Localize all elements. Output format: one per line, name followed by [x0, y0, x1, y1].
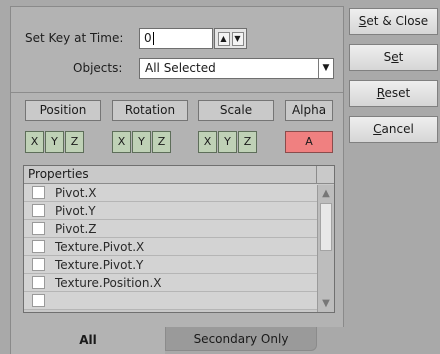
property-checkbox[interactable] — [32, 222, 45, 235]
list-item[interactable]: Texture.Pivot.Y — [24, 256, 318, 274]
property-name: Pivot.Z — [55, 221, 97, 236]
scale-axes: X Y Z — [198, 131, 258, 153]
alpha-a-toggle[interactable]: A — [285, 131, 333, 153]
properties-column-header[interactable]: Properties — [24, 166, 316, 183]
scale-z-toggle[interactable]: Z — [238, 131, 257, 153]
property-checkbox[interactable] — [32, 258, 45, 271]
time-input[interactable]: 0 — [139, 28, 213, 49]
position-y-toggle[interactable]: Y — [45, 131, 64, 153]
set-mnemonic: e — [391, 50, 399, 64]
rotation-x-toggle[interactable]: X — [112, 131, 131, 153]
rotation-axes: X Y Z — [112, 131, 172, 153]
chevron-down-icon[interactable]: ▼ — [318, 59, 333, 78]
position-x-toggle[interactable]: X — [25, 131, 44, 153]
list-item[interactable]: Pivot.Z — [24, 220, 318, 238]
spinner-up-icon[interactable]: ▲ — [217, 31, 230, 46]
list-item[interactable]: Texture.Position.X — [24, 274, 318, 292]
position-axes: X Y Z — [25, 131, 85, 153]
set-label-end: t — [398, 50, 404, 64]
set-and-close-button[interactable]: Set & Close — [349, 8, 438, 35]
time-spinner[interactable]: ▲ ▼ — [214, 28, 247, 49]
set-key-label: Set Key at Time: — [25, 31, 124, 45]
reset-mnemonic: R — [376, 86, 385, 100]
properties-scrollbar[interactable]: ▲ ▼ — [317, 185, 334, 312]
scale-y-toggle[interactable]: Y — [218, 131, 237, 153]
header-corner — [316, 166, 334, 183]
property-checkbox[interactable] — [32, 276, 45, 289]
scroll-up-icon[interactable]: ▲ — [319, 187, 333, 201]
property-checkbox[interactable] — [32, 294, 45, 307]
scroll-thumb[interactable] — [320, 203, 332, 251]
property-name: Pivot.X — [55, 185, 97, 200]
rotation-y-toggle[interactable]: Y — [132, 131, 151, 153]
rotation-group-button[interactable]: Rotation — [112, 100, 188, 121]
set-key-panel: Set Key at Time: 0 ▲ ▼ Objects: All Sele… — [10, 6, 344, 327]
reset-button[interactable]: Reset — [349, 80, 438, 107]
property-name: Texture.Pivot.Y — [55, 257, 144, 272]
position-group-button[interactable]: Position — [25, 100, 101, 121]
property-name: Texture.Position.X — [55, 275, 162, 290]
property-checkbox[interactable] — [32, 204, 45, 217]
property-name: Texture.Pivot.X — [55, 239, 145, 254]
cancel-button[interactable]: Cancel — [349, 116, 438, 143]
reset-label: eset — [384, 86, 411, 100]
scroll-down-icon[interactable]: ▼ — [319, 297, 333, 311]
properties-list[interactable]: Properties Pivot.X Pivot.Y Pivot.Z Textu… — [23, 165, 335, 313]
tab-all[interactable]: All — [10, 327, 165, 354]
properties-header: Properties — [24, 166, 334, 184]
property-name: Pivot.Y — [55, 203, 96, 218]
list-item[interactable]: Texture.Pivot.X — [24, 238, 318, 256]
cancel-mnemonic: C — [373, 122, 382, 136]
rotation-z-toggle[interactable]: Z — [152, 131, 171, 153]
objects-select[interactable]: All Selected ▼ — [139, 58, 334, 79]
objects-label: Objects: — [73, 61, 123, 75]
objects-value: All Selected — [145, 61, 216, 75]
cancel-label: ancel — [381, 122, 414, 136]
set-close-label: et & Close — [366, 14, 429, 28]
alpha-group-button[interactable]: Alpha — [285, 100, 333, 121]
tab-secondary-only[interactable]: Secondary Only — [165, 327, 317, 351]
set-button[interactable]: Set — [349, 44, 438, 71]
position-z-toggle[interactable]: Z — [65, 131, 84, 153]
spinner-down-icon[interactable]: ▼ — [231, 31, 244, 46]
list-item[interactable]: Pivot.Y — [24, 202, 318, 220]
list-item-partial[interactable] — [24, 292, 318, 310]
scale-x-toggle[interactable]: X — [198, 131, 217, 153]
property-checkbox[interactable] — [32, 186, 45, 199]
time-value: 0 — [144, 31, 154, 45]
property-checkbox[interactable] — [32, 240, 45, 253]
header-section: Set Key at Time: 0 ▲ ▼ Objects: All Sele… — [11, 7, 343, 93]
list-item[interactable]: Pivot.X — [24, 184, 318, 202]
scale-group-button[interactable]: Scale — [198, 100, 274, 121]
